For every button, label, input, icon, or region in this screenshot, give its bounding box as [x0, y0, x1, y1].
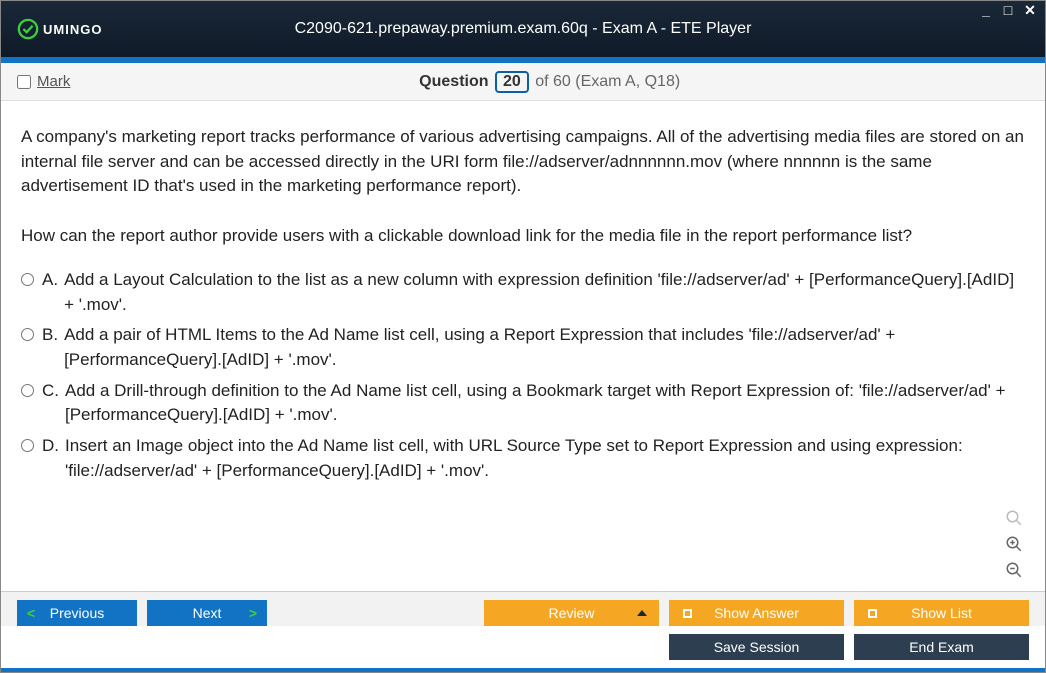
save-session-button[interactable]: Save Session [669, 634, 844, 660]
mark-label: Mark [37, 73, 70, 90]
show-answer-label: Show Answer [714, 605, 799, 621]
question-prompt: A company's marketing report tracks perf… [21, 125, 1025, 248]
zoom-tools [1003, 507, 1025, 581]
mark-checkbox-input[interactable] [17, 75, 31, 89]
next-button[interactable]: Next > [147, 600, 267, 626]
logo-checkmark-icon [17, 18, 39, 40]
question-suffix: of 60 (Exam A, Q18) [535, 73, 680, 90]
option-b[interactable]: B. Add a pair of HTML Items to the Ad Na… [21, 323, 1025, 372]
question-bar: Mark Question 20 of 60 (Exam A, Q18) [1, 63, 1045, 101]
review-label: Review [549, 605, 595, 621]
app-window: UMINGO C2090-621.prepaway.premium.exam.6… [0, 0, 1046, 673]
prompt-paragraph-2: How can the report author provide users … [21, 224, 1025, 249]
end-exam-button[interactable]: End Exam [854, 634, 1029, 660]
option-d[interactable]: D. Insert an Image object into the Ad Na… [21, 434, 1025, 483]
option-a[interactable]: A. Add a Layout Calculation to the list … [21, 268, 1025, 317]
mark-checkbox[interactable]: Mark [17, 73, 70, 90]
option-letter: C. [42, 379, 59, 404]
show-list-button[interactable]: Show List [854, 600, 1029, 626]
footer-divider [1, 668, 1045, 672]
prompt-paragraph-1: A company's marketing report tracks perf… [21, 125, 1025, 199]
previous-label: Previous [50, 605, 104, 621]
triangle-up-icon [637, 610, 647, 616]
chevron-right-icon: > [249, 605, 257, 621]
secondary-toolbar: Save Session End Exam [1, 626, 1045, 668]
maximize-button[interactable]: □ [999, 3, 1017, 17]
previous-button[interactable]: < Previous [17, 600, 137, 626]
window-title: C2090-621.prepaway.premium.exam.60q - Ex… [295, 20, 752, 38]
show-list-label: Show List [911, 605, 972, 621]
review-button[interactable]: Review [484, 600, 659, 626]
option-d-radio[interactable] [21, 439, 34, 452]
window-controls: _ □ ✕ [977, 3, 1039, 17]
option-text: Add a pair of HTML Items to the Ad Name … [64, 323, 1025, 372]
chevron-left-icon: < [27, 605, 35, 621]
primary-toolbar: < Previous Next > Review Show Answer Sho… [1, 591, 1045, 626]
question-prefix: Question [419, 73, 488, 90]
magnify-icon[interactable] [1003, 507, 1025, 529]
answer-options: A. Add a Layout Calculation to the list … [21, 268, 1025, 483]
option-text: Add a Drill-through definition to the Ad… [65, 379, 1025, 428]
app-logo: UMINGO [17, 18, 102, 40]
option-c-radio[interactable] [21, 384, 34, 397]
question-number-box[interactable]: 20 [495, 71, 529, 93]
titlebar: UMINGO C2090-621.prepaway.premium.exam.6… [1, 1, 1045, 57]
close-button[interactable]: ✕ [1021, 3, 1039, 17]
zoom-in-icon[interactable] [1003, 533, 1025, 555]
save-session-label: Save Session [714, 639, 800, 655]
stop-icon [683, 609, 692, 618]
show-answer-button[interactable]: Show Answer [669, 600, 844, 626]
option-letter: D. [42, 434, 59, 459]
next-label: Next [193, 605, 222, 621]
option-letter: A. [42, 268, 58, 293]
zoom-out-icon[interactable] [1003, 559, 1025, 581]
option-letter: B. [42, 323, 58, 348]
option-text: Add a Layout Calculation to the list as … [64, 268, 1025, 317]
stop-icon [868, 609, 877, 618]
end-exam-label: End Exam [909, 639, 974, 655]
option-text: Insert an Image object into the Ad Name … [65, 434, 1025, 483]
question-content: A company's marketing report tracks perf… [1, 101, 1045, 591]
option-a-radio[interactable] [21, 273, 34, 286]
toolbar-spacer [277, 600, 474, 626]
logo-text: UMINGO [43, 22, 102, 37]
minimize-button[interactable]: _ [977, 3, 995, 17]
option-b-radio[interactable] [21, 328, 34, 341]
question-indicator: Question 20 of 60 (Exam A, Q18) [70, 71, 1029, 93]
option-c[interactable]: C. Add a Drill-through definition to the… [21, 379, 1025, 428]
